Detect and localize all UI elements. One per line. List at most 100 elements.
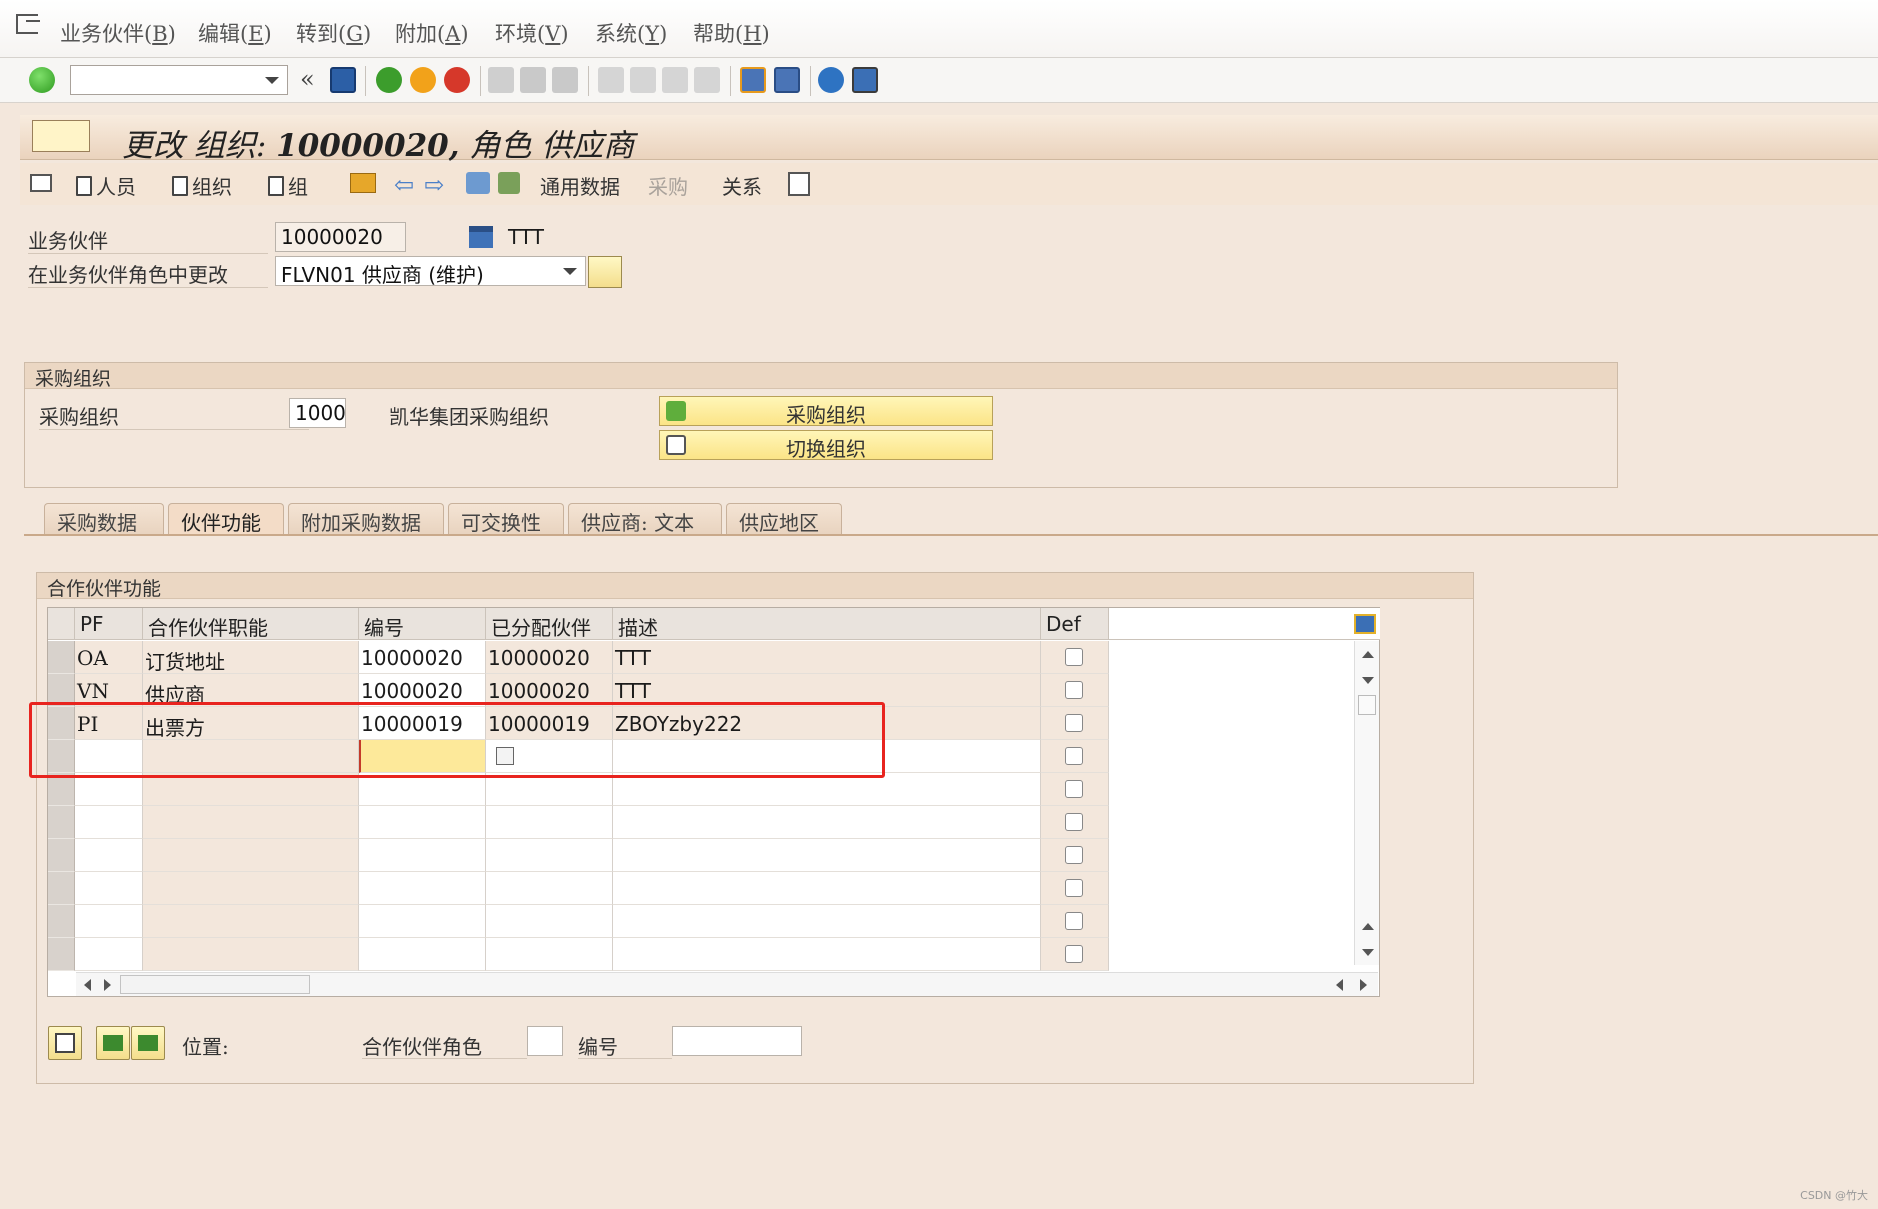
col-header-default[interactable]: Def — [1041, 608, 1109, 640]
cell-function[interactable] — [143, 905, 359, 938]
collapse-arrows-icon[interactable]: « — [300, 65, 315, 93]
organization-button[interactable]: 组织 — [172, 171, 232, 200]
cell-partner[interactable] — [486, 806, 613, 839]
chevron-down-icon[interactable] — [563, 268, 577, 275]
arrow-left-icon[interactable]: ⇦ — [394, 171, 414, 199]
page-up-icon[interactable] — [1362, 923, 1374, 930]
default-checkbox[interactable] — [1065, 681, 1083, 699]
select-all-header[interactable] — [48, 608, 75, 640]
default-checkbox[interactable] — [1065, 780, 1083, 798]
arrow-right-icon[interactable]: ⇨ — [424, 171, 444, 199]
col-header-function[interactable]: 合作伙伴职能 — [143, 608, 359, 640]
open-folder-icon[interactable] — [350, 173, 376, 193]
toggle-locator-icon[interactable] — [30, 174, 52, 192]
find-next-icon[interactable] — [552, 67, 578, 93]
cell-function[interactable] — [143, 806, 359, 839]
settings-icon[interactable] — [466, 172, 490, 194]
cell-pf[interactable] — [75, 806, 143, 839]
cell-number[interactable] — [359, 905, 486, 938]
default-checkbox[interactable] — [1065, 846, 1083, 864]
chevron-down-icon[interactable] — [265, 77, 279, 84]
purch-org-field[interactable]: 1000 — [289, 398, 346, 428]
scroll-right-icon[interactable] — [104, 979, 111, 991]
shortcut-icon[interactable] — [774, 67, 800, 93]
menu-item-v[interactable]: 环境(V) — [495, 18, 569, 48]
cell-function[interactable] — [143, 938, 359, 971]
cell-desc[interactable] — [613, 806, 1041, 839]
bp-field[interactable]: 10000020 — [275, 222, 406, 252]
previous-page-icon[interactable] — [630, 67, 656, 93]
default-checkbox[interactable] — [1065, 648, 1083, 666]
cancel-icon[interactable] — [444, 67, 470, 93]
row-selector[interactable] — [48, 839, 75, 872]
hierarchy-icon[interactable] — [498, 172, 520, 194]
cell-partner[interactable] — [486, 872, 613, 905]
cell-desc[interactable] — [613, 872, 1041, 905]
tab-supply-region[interactable]: 供应地区 — [726, 503, 842, 535]
scroll-left-icon[interactable] — [1336, 979, 1343, 991]
tab-vendor-text[interactable]: 供应商: 文本 — [568, 503, 722, 535]
details-button[interactable] — [48, 1026, 82, 1060]
cell-desc[interactable] — [613, 905, 1041, 938]
app-menu-icon[interactable] — [32, 120, 90, 152]
scroll-right-icon[interactable] — [1360, 979, 1367, 991]
default-checkbox[interactable] — [1065, 714, 1083, 732]
default-checkbox[interactable] — [1065, 813, 1083, 831]
vertical-scrollbar[interactable] — [1354, 641, 1379, 965]
scroll-thumb[interactable] — [1358, 695, 1376, 715]
group-button[interactable]: 组 — [268, 171, 308, 200]
command-field[interactable] — [70, 65, 288, 95]
switch-role-icon[interactable] — [588, 256, 622, 288]
org-chart-icon[interactable] — [788, 172, 810, 196]
cell-number[interactable] — [359, 938, 486, 971]
cell-desc[interactable] — [613, 938, 1041, 971]
scroll-down-icon[interactable] — [1362, 677, 1374, 684]
col-header-pf[interactable]: PF — [75, 608, 143, 640]
first-page-icon[interactable] — [598, 67, 624, 93]
default-checkbox[interactable] — [1065, 747, 1083, 765]
cell-number[interactable] — [359, 872, 486, 905]
tab-additional-purchasing-data[interactable]: 附加采购数据 — [288, 503, 444, 535]
col-header-assigned-partner[interactable]: 已分配伙伴 — [486, 608, 613, 640]
cell-number[interactable]: 10000020 — [359, 641, 486, 674]
default-checkbox[interactable] — [1065, 945, 1083, 963]
role-dropdown[interactable]: FLVN01 供应商 (维护) — [275, 256, 586, 287]
next-page-icon[interactable] — [662, 67, 688, 93]
cell-pf[interactable] — [75, 839, 143, 872]
back-icon[interactable] — [376, 67, 402, 93]
menu-item-y[interactable]: 系统(Y) — [595, 18, 667, 48]
exit-icon[interactable] — [410, 67, 436, 93]
tab-purchasing-data[interactable]: 采购数据 — [44, 503, 164, 535]
cell-partner[interactable] — [486, 905, 613, 938]
default-checkbox[interactable] — [1065, 912, 1083, 930]
cell-pf[interactable] — [75, 872, 143, 905]
new-session-icon[interactable] — [740, 67, 766, 93]
person-button[interactable]: 人员 — [76, 171, 136, 200]
partner-role-field[interactable] — [527, 1026, 563, 1056]
cell-pf[interactable] — [75, 938, 143, 971]
scroll-up-icon[interactable] — [1362, 651, 1374, 658]
row-selector[interactable] — [48, 938, 75, 971]
save-icon[interactable] — [330, 67, 356, 93]
menu-item-h[interactable]: 帮助(H) — [693, 18, 770, 48]
tab-interchangeability[interactable]: 可交换性 — [448, 503, 564, 535]
print-icon[interactable] — [488, 67, 514, 93]
col-header-number[interactable]: 编号 — [359, 608, 486, 640]
cell-number[interactable] — [359, 839, 486, 872]
cell-partner[interactable] — [486, 839, 613, 872]
last-page-icon[interactable] — [694, 67, 720, 93]
cell-function[interactable] — [143, 839, 359, 872]
cell-number[interactable] — [359, 806, 486, 839]
tab-partner-functions[interactable]: 伙伴功能 — [168, 503, 284, 535]
layout-icon[interactable] — [852, 67, 878, 93]
switch-org-button[interactable]: 切换组织 — [659, 430, 993, 461]
table-settings-icon[interactable] — [1354, 614, 1376, 634]
cell-function[interactable] — [143, 872, 359, 905]
cell-desc[interactable] — [613, 839, 1041, 872]
menu-item-a[interactable]: 附加(A) — [395, 18, 469, 48]
scroll-left-icon[interactable] — [84, 979, 91, 991]
row-selector[interactable] — [48, 806, 75, 839]
col-header-description[interactable]: 描述 — [613, 608, 1041, 640]
relations-button[interactable]: 关系 — [722, 171, 762, 200]
row-selector[interactable] — [48, 905, 75, 938]
